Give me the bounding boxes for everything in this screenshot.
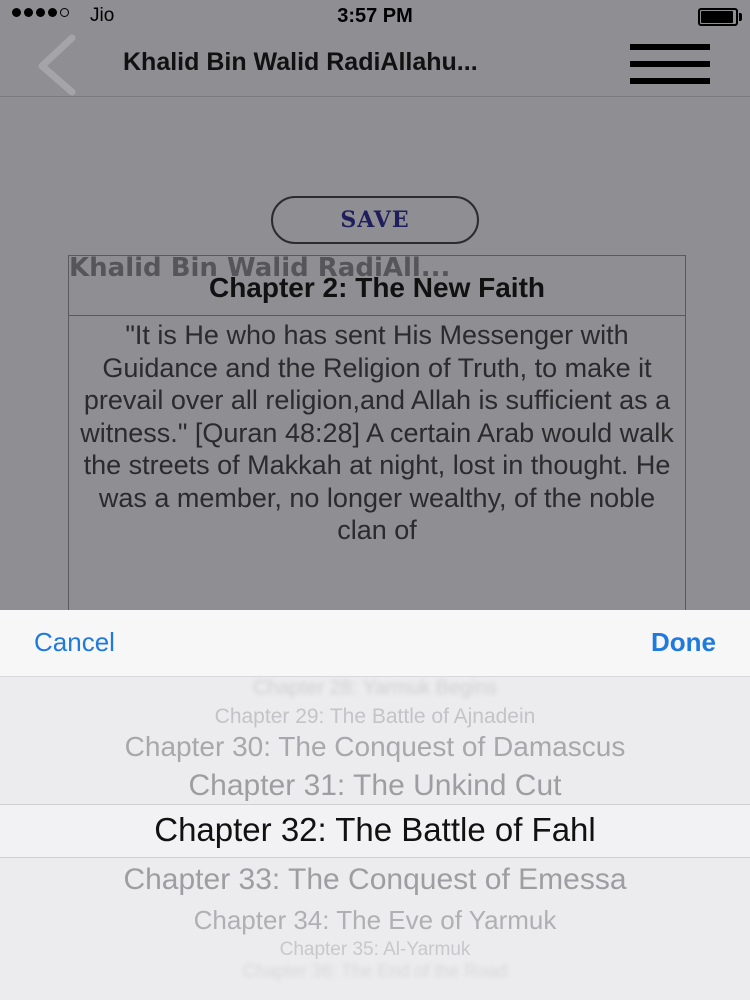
picker-option[interactable]: Chapter 34: The Eve of Yarmuk [0,905,750,936]
save-button[interactable]: SAVE [271,196,479,244]
picker-option[interactable]: Chapter 28: Yarmuk Begins [0,677,750,700]
battery-icon [698,8,742,26]
cancel-button[interactable]: Cancel [34,627,115,658]
picker-option[interactable]: Chapter 29: The Battle of Ajnadein [0,705,750,729]
picker-option[interactable]: Chapter 31: The Unkind Cut [0,769,750,803]
picker-option[interactable]: Chapter 35: Al-Yarmuk [0,939,750,961]
picker-toolbar: Cancel Done [0,610,750,677]
chapter-text[interactable]: "It is He who has sent His Messenger wit… [79,319,675,547]
picker-option[interactable]: Chapter 33: The Conquest of Emessa [0,863,750,897]
picker-option[interactable]: Chapter 36: The End of the Road [0,961,750,982]
chevron-left-icon [38,34,76,96]
done-button[interactable]: Done [651,627,716,658]
back-button[interactable] [30,32,90,96]
divider [69,315,685,316]
picker-option[interactable]: Chapter 30: The Conquest of Damascus [0,731,750,763]
chapter-picker-wheel[interactable]: Chapter 28: Yarmuk Begins Chapter 29: Th… [0,677,750,1000]
book-content-panel: Khalid Bin Walid RadiAll... Chapter 2: T… [68,255,686,615]
nav-title: Khalid Bin Walid RadiAllahu... [123,48,478,76]
status-time: 3:57 PM [337,5,413,27]
menu-button[interactable] [628,42,712,88]
navigation-bar: Khalid Bin Walid RadiAllahu... [0,32,750,97]
picker-option-selected[interactable]: Chapter 32: The Battle of Fahl [0,811,750,849]
status-bar: Jio 3:57 PM [0,0,750,32]
chapter-title: Chapter 2: The New Faith [208,272,546,303]
